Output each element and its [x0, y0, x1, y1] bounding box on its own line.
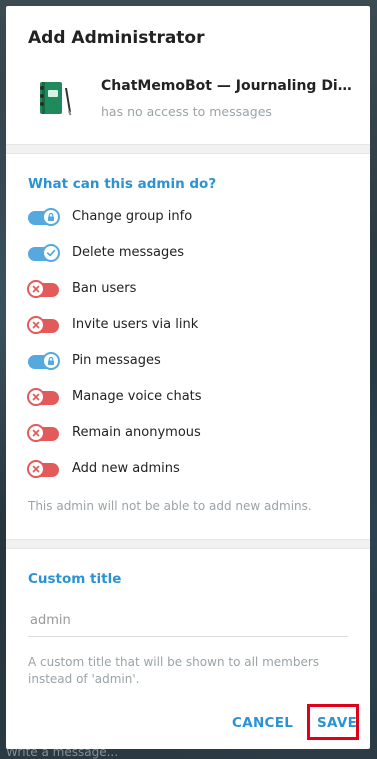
save-button[interactable]: SAVE	[317, 715, 357, 731]
permission-row[interactable]: Ban users	[27, 279, 348, 303]
permission-toggle[interactable]	[27, 388, 59, 406]
permission-toggle[interactable]	[28, 208, 60, 226]
x-icon	[27, 280, 45, 298]
custom-title-header: Custom title	[28, 571, 122, 587]
dialog-title: Add Administrator	[28, 28, 205, 48]
x-icon	[27, 424, 45, 442]
check-icon	[42, 244, 60, 262]
permission-row[interactable]: Add new admins	[27, 459, 348, 483]
permission-row[interactable]: Delete messages	[28, 243, 348, 267]
permission-row[interactable]: Manage voice chats	[27, 387, 348, 411]
x-icon	[27, 460, 45, 478]
permission-toggle[interactable]	[28, 244, 60, 262]
bot-name: ChatMemoBot — Journaling Diary	[101, 78, 359, 94]
divider	[6, 539, 370, 549]
cancel-button[interactable]: CANCEL	[232, 715, 293, 731]
permission-label: Pin messages	[72, 353, 161, 368]
lock-icon	[42, 208, 60, 226]
add-admin-dialog: Add Administrator ChatMemoBot — Journali…	[6, 6, 370, 749]
permissions-header: What can this admin do?	[28, 176, 217, 192]
custom-title-input[interactable]: admin	[28, 606, 348, 637]
journal-icon	[40, 82, 72, 116]
permission-label: Remain anonymous	[72, 425, 201, 440]
permission-row[interactable]: Pin messages	[28, 351, 348, 375]
lock-icon	[42, 352, 60, 370]
permission-row[interactable]: Invite users via link	[27, 315, 348, 339]
permission-toggle[interactable]	[28, 352, 60, 370]
permission-label: Add new admins	[72, 461, 180, 476]
permission-row[interactable]: Change group info	[28, 207, 348, 231]
permission-toggle[interactable]	[27, 280, 59, 298]
permission-label: Change group info	[72, 209, 193, 224]
custom-title-placeholder: admin	[30, 613, 71, 628]
custom-title-note: A custom title that will be shown to all…	[28, 655, 320, 686]
permission-label: Delete messages	[72, 245, 185, 260]
permission-toggle[interactable]	[27, 460, 59, 478]
x-icon	[27, 388, 45, 406]
divider	[6, 144, 370, 154]
permissions-note: This admin will not be able to add new a…	[28, 499, 312, 513]
permission-row[interactable]: Remain anonymous	[27, 423, 348, 447]
bot-status: has no access to messages	[101, 104, 272, 119]
bot-info: ChatMemoBot — Journaling Diary has no ac…	[28, 72, 359, 126]
permission-label: Manage voice chats	[72, 389, 202, 404]
permission-toggle[interactable]	[27, 424, 59, 442]
permission-label: Ban users	[72, 281, 137, 296]
permission-label: Invite users via link	[72, 317, 199, 332]
x-icon	[27, 316, 45, 334]
permission-toggle[interactable]	[27, 316, 59, 334]
